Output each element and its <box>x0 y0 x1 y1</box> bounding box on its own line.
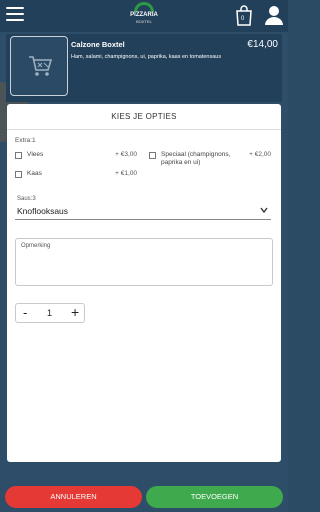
increment-button[interactable]: + <box>71 304 79 320</box>
logo-sub: BOXTEL <box>136 19 152 24</box>
shopping-bag-icon[interactable]: 0 <box>234 4 254 26</box>
product-header: Calzone Boxtel €14,00 Ham, salami, champ… <box>6 34 282 102</box>
checkbox[interactable] <box>15 152 22 159</box>
option-speciaal[interactable]: Speciaal (champignons, paprika en ui) + … <box>149 151 271 171</box>
add-button[interactable]: TOEVOEGEN <box>146 486 283 508</box>
cart-count: 0 <box>241 16 245 22</box>
product-image <box>10 36 68 96</box>
logo[interactable]: PIZZARIA BOXTEL <box>126 2 162 30</box>
option-kaas[interactable]: Kaas + €1,00 <box>15 170 137 180</box>
decrement-button[interactable]: - <box>23 305 27 320</box>
sauce-select[interactable]: Knoflooksaus <box>15 201 271 220</box>
top-bar: PIZZARIA BOXTEL 0 <box>0 0 288 32</box>
menu-icon[interactable] <box>6 7 24 21</box>
remark-field[interactable]: Opmerking <box>15 238 273 286</box>
user-icon[interactable] <box>264 4 284 26</box>
chevron-down-icon <box>260 207 268 214</box>
option-label: Kaas <box>27 170 42 177</box>
extra-label: Extra:1 <box>15 137 36 144</box>
option-price: + €1,00 <box>115 170 137 177</box>
remark-label: Opmerking <box>21 243 51 249</box>
sauce-value: Knoflooksaus <box>17 206 69 216</box>
product-description: Ham, salami, champignons, ui, paprika, k… <box>71 54 222 60</box>
options-title: KIES JE OPTIES <box>7 104 281 130</box>
logo-name: PIZZARIA <box>130 12 158 18</box>
option-label: Vlees <box>27 151 44 158</box>
option-label: Speciaal (champignons, paprika en ui) <box>161 151 231 166</box>
cart-placeholder-icon <box>29 56 52 76</box>
product-price: €14,00 <box>247 39 278 50</box>
quantity-value: 1 <box>47 308 53 318</box>
option-vlees[interactable]: Vlees + €3,00 <box>15 151 137 161</box>
checkbox[interactable] <box>149 152 156 159</box>
options-panel: KIES JE OPTIES Extra:1 Vlees + €3,00 Kaa… <box>7 104 281 462</box>
cancel-button[interactable]: ANNULEREN <box>5 486 142 508</box>
product-name: Calzone Boxtel <box>71 40 125 49</box>
checkbox[interactable] <box>15 171 22 178</box>
option-price: + €3,00 <box>115 151 137 158</box>
quantity-stepper: - 1 + <box>15 303 85 323</box>
option-price: + €2,00 <box>249 151 271 158</box>
